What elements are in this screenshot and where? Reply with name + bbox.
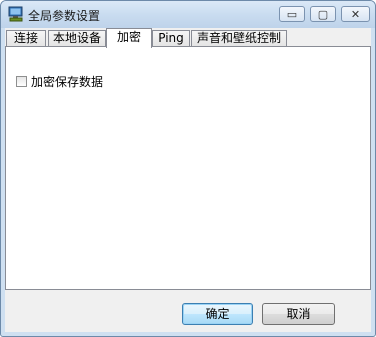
close-button[interactable]: ✕ — [341, 6, 370, 22]
tab-sound-wallpaper[interactable]: 声音和壁纸控制 — [191, 30, 287, 47]
tab-connection[interactable]: 连接 — [6, 30, 46, 47]
tab-strip: 连接 本地设备 加密 Ping 声音和壁纸控制 — [5, 28, 371, 48]
ok-button[interactable]: 确定 — [182, 303, 253, 325]
save-encrypted-label[interactable]: 加密保存数据 — [31, 73, 103, 90]
close-icon: ✕ — [350, 7, 361, 21]
save-encrypted-checkbox[interactable] — [16, 76, 27, 87]
save-encrypted-option[interactable]: 加密保存数据 — [16, 73, 103, 90]
tab-encryption[interactable]: 加密 — [106, 28, 152, 48]
maximize-icon: ▢ — [317, 7, 329, 21]
window-title: 全局参数设置 — [28, 9, 101, 23]
encryption-panel: 加密保存数据 — [5, 46, 371, 290]
tab-ping[interactable]: Ping — [152, 30, 190, 47]
minimize-button[interactable]: ▭ — [279, 6, 305, 22]
monitor-app-icon — [8, 6, 23, 22]
tab-local-device[interactable]: 本地设备 — [48, 30, 106, 47]
cancel-button[interactable]: 取消 — [262, 303, 335, 325]
maximize-button[interactable]: ▢ — [310, 6, 336, 22]
dialog-window: 全局参数设置 ▭ ▢ ✕ 连接 本地设备 加密 Ping 声音和壁纸控制 加密保… — [0, 0, 376, 337]
title-bar[interactable]: 全局参数设置 ▭ ▢ ✕ — [1, 1, 375, 28]
minimize-icon: ▭ — [286, 7, 298, 21]
dialog-body: 连接 本地设备 加密 Ping 声音和壁纸控制 加密保存数据 确定 取消 — [5, 28, 371, 332]
